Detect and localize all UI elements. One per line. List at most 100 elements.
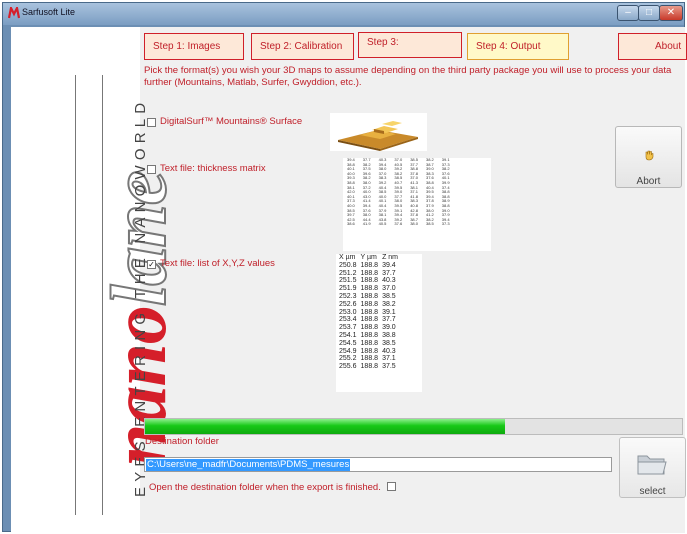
title-bar[interactable]: [3, 3, 684, 25]
export-progress-bar: [144, 418, 683, 435]
xyz-cell: 251.5: [339, 277, 357, 285]
app-logo-icon: [8, 7, 20, 19]
xyz-cell: 254.9: [339, 347, 357, 355]
open-folder-label: Open the destination folder when the exp…: [149, 482, 381, 493]
xyz-cell: 253.7: [339, 324, 357, 332]
xyz-cell: 188.8: [360, 308, 379, 316]
matrix-cell: 38.6: [347, 221, 355, 227]
open-folder-checkbox[interactable]: [387, 482, 396, 491]
xyz-cell: 188.8: [360, 285, 379, 293]
xyz-row: 251.5 188.8 40.3: [339, 277, 402, 285]
xyz-cell: 188.8: [360, 331, 379, 339]
xyz-cell: 37.5: [382, 363, 396, 371]
matrix-cell: 37.6: [394, 221, 403, 227]
xyz-cell: 37.7: [382, 316, 396, 324]
tab-step1-images[interactable]: Step 1: Images: [144, 33, 244, 60]
matrix-cell: 40.5: [378, 221, 387, 227]
xyz-cell: 188.8: [360, 269, 379, 277]
xyz-cell: 188.8: [360, 363, 379, 371]
abort-label: Abort: [636, 176, 661, 187]
xyz-cell: 253.0: [339, 308, 357, 316]
xyz-cell: 37.0: [382, 285, 396, 293]
thickness-matrix-preview: 39.4 37.7 40.3 37.0 38.5 38.2 39.1 38.8 38.2 39.4…: [343, 157, 491, 251]
matrix-cell: 38.5: [425, 221, 434, 227]
mountains-surface-checkbox[interactable]: [147, 118, 156, 127]
tab-step3[interactable]: Step 3:: [358, 32, 462, 58]
xyz-row: 255.2 188.8 37.1: [339, 355, 402, 363]
xyz-cell: 254.1: [339, 331, 357, 339]
xyz-cell: 252.6: [339, 300, 357, 308]
tab-step4-output[interactable]: Step 4: Output: [467, 33, 569, 60]
sidebar-brand-panel: nanolane EYES ENTERING THE NANOWORLD: [11, 27, 183, 533]
xyz-cell: 188.8: [360, 292, 379, 300]
xyz-cell: 39.0: [382, 324, 396, 332]
xyz-cell: 38.5: [382, 292, 396, 300]
export-progress-fill: [145, 419, 505, 434]
xyz-cell: 38.5: [382, 339, 396, 347]
select-folder-button[interactable]: select: [619, 437, 686, 498]
xyz-row: 253.4 188.8 37.7: [339, 316, 402, 324]
stop-hand-icon: [645, 150, 654, 161]
xyz-row: 254.5 188.8 38.5: [339, 340, 402, 348]
maximize-button[interactable]: □: [638, 5, 660, 21]
xyz-cell: 188.8: [360, 339, 379, 347]
brand-rule-left: [75, 75, 76, 515]
destination-path-input[interactable]: C:\Users\ne_madfr\Documents\PDMS_mesures: [144, 457, 612, 472]
matrix-row: 38.6 41.9 40.5 37.6 38.0 38.5 37.3: [343, 222, 454, 227]
xyz-row: 252.6 188.8 38.2: [339, 301, 402, 309]
xyz-cell: 253.4: [339, 316, 357, 324]
tab-step2-calibration[interactable]: Step 2: Calibration: [251, 33, 354, 60]
xyz-cell: 188.8: [360, 277, 379, 285]
xyz-row: 255.6 188.8 37.5: [339, 363, 402, 371]
destination-path-text: C:\Users\ne_madfr\Documents\PDMS_mesures: [146, 459, 351, 471]
tab-about[interactable]: About: [618, 33, 687, 60]
xyz-header-x: X µm: [339, 254, 356, 261]
xyz-cell: 251.2: [339, 269, 357, 277]
xyz-row: 250.8 188.8 39.4: [339, 262, 402, 270]
matrix-cell: 41.9: [362, 221, 371, 227]
xyz-values-label: Text file: list of X,Y,Z values: [160, 258, 275, 269]
xyz-row: 251.2 188.8 37.7: [339, 270, 402, 278]
mountains-surface-label: DigitalSurf™ Mountains® Surface: [160, 116, 303, 127]
xyz-cell: 254.5: [339, 339, 357, 347]
xyz-cell: 255.6: [339, 363, 357, 371]
xyz-cell: 38.8: [382, 331, 396, 339]
format-instructions: Pick the format(s) you wish your 3D maps…: [144, 65, 672, 88]
xyz-header-y: Y µm: [360, 254, 377, 261]
surface-3d-preview: [330, 113, 427, 151]
destination-folder-label: Destination folder: [145, 436, 219, 447]
xyz-cell: 188.8: [360, 300, 379, 308]
xyz-row: 253.0 188.8 39.1: [339, 309, 402, 317]
xyz-cell: 188.8: [360, 261, 379, 269]
xyz-values-preview: X µm Y µm Z nm 250.8 188.8 39.4 251.2 188.8 3…: [336, 254, 422, 392]
window-title: Sarfusoft Lite: [22, 7, 76, 17]
xyz-cell: 40.3: [382, 347, 396, 355]
xyz-cell: 37.1: [382, 355, 396, 363]
xyz-cell: 188.8: [360, 355, 379, 363]
abort-button[interactable]: Abort: [615, 126, 682, 188]
matrix-cell: 38.0: [410, 221, 418, 227]
folder-icon: [637, 455, 667, 475]
close-button[interactable]: ✕: [659, 5, 683, 21]
xyz-row: 251.9 188.8 37.0: [339, 285, 402, 293]
xyz-cell: 38.2: [382, 300, 396, 308]
xyz-row: 252.3 188.8 38.5: [339, 293, 402, 301]
thickness-matrix-checkbox[interactable]: [147, 165, 156, 174]
select-label: select: [639, 486, 666, 497]
xyz-values-checkbox[interactable]: ✓: [147, 260, 156, 269]
xyz-cell: 39.4: [382, 261, 396, 269]
xyz-cell: 39.1: [382, 308, 396, 316]
xyz-cell: 252.3: [339, 292, 357, 300]
xyz-header-z: Z nm: [382, 254, 399, 261]
xyz-cell: 255.2: [339, 355, 357, 363]
xyz-cell: 37.7: [382, 269, 396, 277]
xyz-row: 254.1 188.8 38.8: [339, 332, 402, 340]
thickness-matrix-label: Text file: thickness matrix: [160, 163, 266, 174]
minimize-button[interactable]: –: [617, 5, 639, 21]
xyz-row: 253.7 188.8 39.0: [339, 324, 402, 332]
xyz-row: 254.9 188.8 40.3: [339, 348, 402, 356]
xyz-cell: 40.3: [382, 277, 396, 285]
xyz-cell: 251.9: [339, 285, 357, 293]
xyz-cell: 250.8: [339, 261, 357, 269]
xyz-cell: 188.8: [360, 316, 379, 324]
